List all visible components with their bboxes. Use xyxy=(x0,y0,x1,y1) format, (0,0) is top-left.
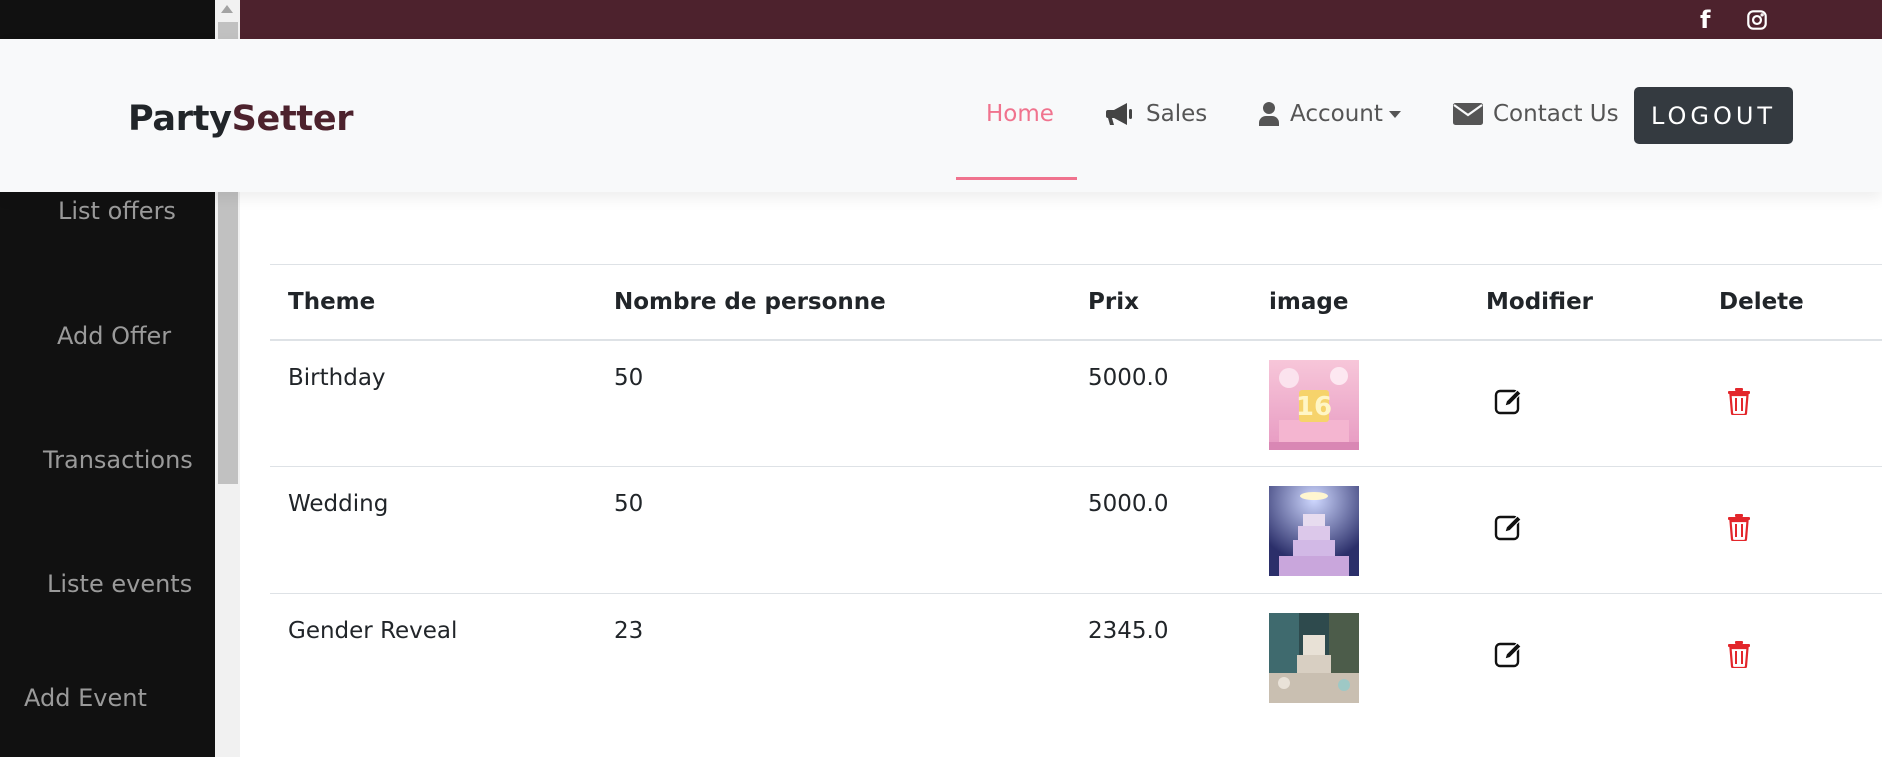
cell-persons: 50 xyxy=(596,339,1070,467)
table-header-row: Theme Nombre de personne Prix image Modi… xyxy=(270,264,1882,341)
user-icon xyxy=(1259,102,1279,126)
cell-price: 5000.0 xyxy=(1070,339,1251,467)
cell-price: 2345.0 xyxy=(1088,618,1169,644)
brand-part-party: Party xyxy=(128,99,232,139)
edit-icon[interactable] xyxy=(1494,513,1526,547)
sidebar-item-list-offers[interactable]: List offers xyxy=(58,197,176,225)
edit-icon[interactable] xyxy=(1494,640,1526,674)
svg-text:16: 16 xyxy=(1296,392,1332,422)
trash-icon[interactable] xyxy=(1727,640,1751,674)
table-row: Wedding 50 5000.0 xyxy=(270,466,1882,594)
nav-account-label: Account xyxy=(1290,101,1383,127)
offers-table-container: Theme Nombre de personne Prix image Modi… xyxy=(270,264,1882,721)
cell-price: 5000.0 xyxy=(1070,466,1251,594)
column-header-delete: Delete xyxy=(1701,264,1882,341)
envelope-icon xyxy=(1453,103,1483,125)
cell-theme: Birthday xyxy=(270,339,596,467)
trash-icon[interactable] xyxy=(1727,387,1751,421)
column-header-modify: Modifier xyxy=(1468,264,1701,341)
active-nav-underline xyxy=(956,177,1077,180)
sidebar-item-add-offer[interactable]: Add Offer xyxy=(57,322,171,350)
facebook-icon[interactable]: f xyxy=(1700,0,1710,39)
chevron-down-icon xyxy=(1388,110,1401,118)
cell-theme: Gender Reveal xyxy=(288,618,458,644)
nav-sales[interactable]: Sales xyxy=(1106,97,1207,131)
edit-icon[interactable] xyxy=(1494,387,1526,421)
megaphone-icon xyxy=(1106,103,1132,125)
nav-home-label: Home xyxy=(986,101,1054,127)
nav-contact-label: Contact Us xyxy=(1493,101,1619,127)
table-row: Gender Reveal 23 2345.0 xyxy=(270,594,1882,721)
sidebar-item-transactions[interactable]: Transactions xyxy=(43,446,193,474)
nav-home[interactable]: Home xyxy=(986,97,1054,131)
sidebar-item-add-event[interactable]: Add Event xyxy=(24,684,147,712)
nav-account-dropdown[interactable]: Account xyxy=(1258,97,1401,131)
birthday-cake-photo: 16 xyxy=(1269,359,1359,450)
cell-theme: Wedding xyxy=(270,466,596,594)
brand-part-setter: Setter xyxy=(231,99,354,139)
logout-button[interactable]: LOGOUT xyxy=(1634,87,1793,144)
instagram-icon[interactable] xyxy=(1746,0,1768,39)
column-header-persons: Nombre de personne xyxy=(596,264,1070,341)
top-bar: f xyxy=(240,0,1882,39)
brand-logo[interactable]: PartySetter xyxy=(128,99,354,139)
cell-persons: 50 xyxy=(596,466,1070,594)
sidebar-item-liste-events[interactable]: Liste events xyxy=(47,570,192,598)
scroll-up-arrow-icon[interactable] xyxy=(221,5,233,13)
cell-persons: 23 xyxy=(614,618,644,644)
column-header-image: image xyxy=(1251,264,1468,341)
gender-reveal-photo xyxy=(1269,613,1359,703)
nav-sales-label: Sales xyxy=(1146,101,1208,127)
navbar: PartySetter Home Sales Account Contact U… xyxy=(0,39,1882,192)
offers-table: Theme Nombre de personne Prix image Modi… xyxy=(270,264,1882,721)
column-header-price: Prix xyxy=(1070,264,1251,341)
column-header-theme: Theme xyxy=(270,264,596,341)
wedding-cake-photo xyxy=(1269,486,1359,576)
nav-contact[interactable]: Contact Us xyxy=(1453,97,1619,131)
trash-icon[interactable] xyxy=(1727,513,1751,547)
table-row: Birthday 50 5000.0 16 xyxy=(270,339,1882,467)
